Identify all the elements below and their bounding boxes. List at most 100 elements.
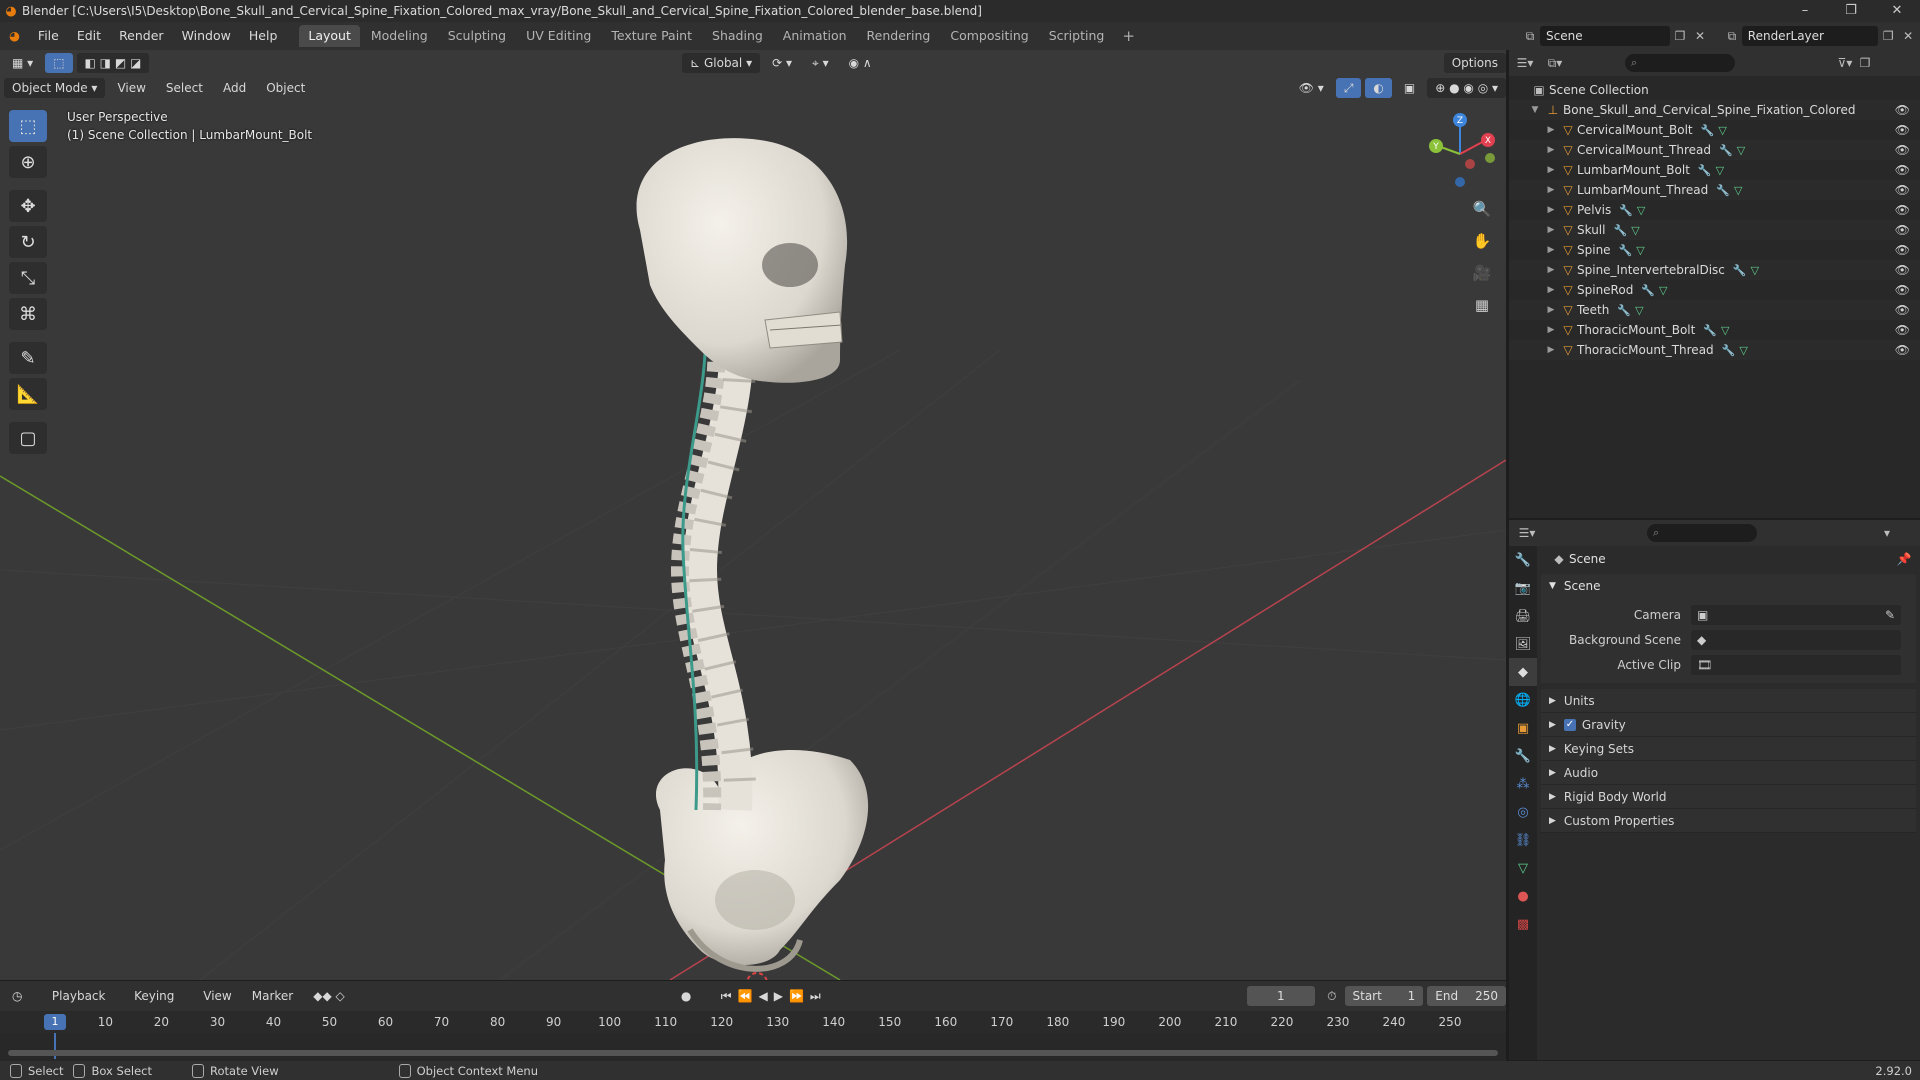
tab-compositing[interactable]: Compositing: [941, 25, 1037, 47]
options-dropdown[interactable]: Options: [1443, 53, 1506, 73]
data-tab-icon[interactable]: ▽: [1509, 854, 1537, 882]
start-frame-field[interactable]: Start 1: [1344, 986, 1424, 1006]
navigation-gizmo[interactable]: Z X Y: [1420, 110, 1500, 190]
active-clip-field[interactable]: 🎞: [1691, 654, 1901, 675]
rotate-tool-icon[interactable]: ↻: [9, 226, 47, 258]
expand-arrow-icon[interactable]: ▶: [1543, 285, 1559, 295]
object-mode-dropdown[interactable]: Object Mode ▾: [4, 78, 106, 98]
scene-name-field[interactable]: Scene: [1540, 26, 1670, 46]
properties-options-icon[interactable]: ▾: [1877, 526, 1897, 540]
outliner-object-row[interactable]: ▶ ▽ SpineRod 🔧 ▽ 👁: [1509, 280, 1920, 300]
visibility-eye-icon[interactable]: 👁: [1895, 183, 1910, 197]
visibility-eye-icon[interactable]: 👁: [1895, 123, 1910, 137]
modifier-icon[interactable]: 🔧: [1722, 344, 1736, 357]
transform-orientation-dropdown[interactable]: ⊾ Global ▾: [682, 53, 761, 73]
proportional-edit-icon[interactable]: ◉ ∧: [841, 53, 880, 73]
select-box-tool-icon[interactable]: ⬚: [9, 110, 47, 142]
visibility-eye-icon[interactable]: 👁: [1895, 263, 1910, 277]
outliner-object-row[interactable]: ▶ ▽ Spine 🔧 ▽ 👁: [1509, 240, 1920, 260]
zoom-icon[interactable]: 🔍: [1470, 195, 1494, 223]
scene-tab-icon[interactable]: ◆: [1509, 658, 1537, 686]
outliner-object-row[interactable]: ▶ ▽ ThoracicMount_Thread 🔧 ▽ 👁: [1509, 340, 1920, 360]
tab-sculpting[interactable]: Sculpting: [439, 25, 515, 47]
constraints-tab-icon[interactable]: ⛓: [1509, 826, 1537, 854]
cursor-tool-icon[interactable]: ⊕: [9, 146, 47, 178]
delete-view-layer-icon[interactable]: ✕: [1898, 29, 1918, 43]
expand-arrow-icon[interactable]: ▶: [1543, 345, 1559, 355]
mesh-data-icon[interactable]: ▽: [1631, 224, 1639, 237]
modifier-icon[interactable]: 🔧: [1641, 284, 1655, 297]
new-collection-icon[interactable]: ❐: [1855, 56, 1875, 70]
blender-menu-icon[interactable]: ◕: [0, 22, 29, 50]
outliner-object-row[interactable]: ▶ ▽ Skull 🔧 ▽ 👁: [1509, 220, 1920, 240]
menu-view[interactable]: View: [109, 78, 153, 98]
texture-tab-icon[interactable]: ▩: [1509, 910, 1537, 938]
modifier-icon[interactable]: 🔧: [1613, 224, 1627, 237]
eyedropper-icon[interactable]: ✎: [1885, 608, 1895, 622]
camera-field[interactable]: ▣ ✎: [1691, 604, 1901, 625]
menu-timeline-view[interactable]: View: [195, 986, 239, 1006]
shading-modes-buttons[interactable]: ⊕ ● ◉ ◎ ▾: [1427, 78, 1506, 98]
gravity-panel[interactable]: ▶ ✓ Gravity: [1541, 713, 1916, 737]
mesh-data-icon[interactable]: ▽: [1734, 184, 1742, 197]
view-layer-tab-icon[interactable]: 🖼: [1509, 630, 1537, 658]
modifier-icon[interactable]: 🔧: [1703, 324, 1717, 337]
expand-arrow-icon[interactable]: ▶: [1543, 125, 1559, 135]
view-layer-name-field[interactable]: RenderLayer: [1741, 26, 1879, 46]
mesh-data-icon[interactable]: ▽: [1751, 264, 1759, 277]
display-mode-icon[interactable]: ⧉▾: [1545, 56, 1565, 71]
visibility-eye-icon[interactable]: 👁: [1895, 163, 1910, 177]
visibility-eye-icon[interactable]: 👁: [1895, 303, 1910, 317]
playhead-indicator[interactable]: 1: [44, 1014, 66, 1030]
outliner-search-input[interactable]: ⌕: [1625, 54, 1735, 72]
timeline-ruler[interactable]: 1 10 20 30 40 50 60 70 80 90 100 110 120 130 140 150 16…: [0, 1011, 1506, 1033]
audio-panel[interactable]: ▶ Audio: [1541, 761, 1916, 785]
outliner-editor-type-icon[interactable]: ☰▾: [1515, 56, 1535, 70]
keyframe-icons[interactable]: ◆◆ ◇ ◇: [305, 986, 365, 1023]
selection-mode-buttons[interactable]: ◧ ◨ ◩ ◪: [76, 53, 150, 73]
ortho-grid-icon[interactable]: ▦: [1470, 291, 1494, 319]
current-frame-field[interactable]: 1: [1246, 986, 1316, 1006]
visibility-eye-icon[interactable]: 👁: [1895, 243, 1910, 257]
add-cube-tool-icon[interactable]: ▢: [9, 422, 47, 454]
timeline-scrollbar[interactable]: [8, 1050, 1498, 1056]
mesh-data-icon[interactable]: ▽: [1636, 244, 1644, 257]
expand-arrow-icon[interactable]: ▶: [1543, 265, 1559, 275]
new-scene-icon[interactable]: ❐: [1670, 29, 1690, 43]
expand-arrow-icon[interactable]: ▶: [1543, 305, 1559, 315]
menu-help[interactable]: Help: [240, 22, 287, 50]
close-button[interactable]: ✕: [1874, 0, 1920, 22]
mesh-data-icon[interactable]: ▽: [1635, 304, 1643, 317]
mesh-data-icon[interactable]: ▽: [1637, 204, 1645, 217]
properties-editor-type-icon[interactable]: ☰▾: [1517, 526, 1537, 540]
modifier-icon[interactable]: 🔧: [1719, 144, 1733, 157]
mesh-data-icon[interactable]: ▽: [1659, 284, 1667, 297]
visibility-eye-icon[interactable]: 👁: [1895, 103, 1910, 117]
expand-arrow-icon[interactable]: ▶: [1543, 185, 1559, 195]
object-tab-icon[interactable]: ▣: [1509, 714, 1537, 742]
tool-tab-icon[interactable]: 🔧: [1509, 546, 1537, 574]
camera-view-icon[interactable]: 🎥: [1470, 259, 1494, 287]
playback-controls[interactable]: ⏮⏪◀▶⏩⏭: [713, 986, 835, 1006]
transform-tool-icon[interactable]: ⌘: [9, 298, 47, 330]
expand-arrow-icon[interactable]: ▶: [1543, 245, 1559, 255]
outliner-object-row[interactable]: ▶ ▽ Teeth 🔧 ▽ 👁: [1509, 300, 1920, 320]
end-frame-field[interactable]: End 250: [1427, 986, 1506, 1006]
pivot-point-icon[interactable]: ⟳ ▾: [764, 53, 800, 73]
modifier-icon[interactable]: 🔧: [1617, 304, 1631, 317]
menu-playback[interactable]: Playback ▾: [44, 986, 122, 1023]
tab-layout[interactable]: Layout: [299, 25, 360, 47]
tab-uv-editing[interactable]: UV Editing: [517, 25, 600, 47]
outliner-object-row[interactable]: ▶ ▽ LumbarMount_Thread 🔧 ▽ 👁: [1509, 180, 1920, 200]
editor-type-icon[interactable]: ▦ ▾: [4, 53, 41, 73]
menu-edit[interactable]: Edit: [68, 22, 110, 50]
units-panel[interactable]: ▶ Units: [1541, 689, 1916, 713]
modifier-icon[interactable]: 🔧: [1698, 164, 1712, 177]
mesh-data-icon[interactable]: ▽: [1739, 344, 1747, 357]
expand-arrow-icon[interactable]: ▶: [1543, 205, 1559, 215]
visibility-eye-icon[interactable]: 👁: [1895, 343, 1910, 357]
particles-tab-icon[interactable]: ⁂: [1509, 770, 1537, 798]
tab-animation[interactable]: Animation: [774, 25, 856, 47]
viewport-scene[interactable]: [0, 50, 1506, 980]
new-view-layer-icon[interactable]: ❐: [1878, 29, 1898, 43]
